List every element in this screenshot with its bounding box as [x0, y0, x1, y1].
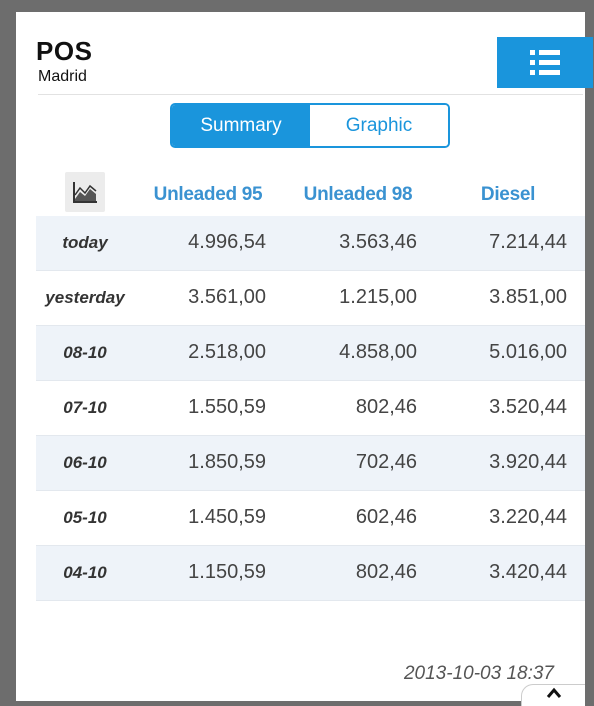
cell-diesel: 3.520,44	[489, 396, 567, 418]
area-chart-icon[interactable]	[65, 172, 105, 212]
cell-unleaded-95: 1.450,59	[188, 506, 266, 528]
tab-summary[interactable]: Summary	[172, 105, 310, 146]
cell-unleaded-95: 4.996,54	[188, 231, 266, 253]
tab-graphic[interactable]: Graphic	[310, 105, 448, 146]
header-divider	[38, 94, 583, 95]
page-title: POS	[36, 36, 93, 66]
device-frame-left	[0, 0, 16, 706]
cell-diesel: 3.920,44	[489, 451, 567, 473]
device-frame-bottom	[0, 701, 594, 706]
table-row[interactable]: today 4.996,54 3.563,46 7.214,44	[36, 216, 585, 271]
cell-diesel: 7.214,44	[489, 231, 567, 253]
cell-diesel: 3.220,44	[489, 506, 567, 528]
table-row[interactable]: 04-10 1.150,59 802,46 3.420,44	[36, 546, 585, 601]
table-row[interactable]: 05-10 1.450,59 602,46 3.220,44	[36, 491, 585, 546]
cell-unleaded-98: 802,46	[355, 396, 417, 418]
cell-unleaded-95: 1.850,59	[188, 451, 266, 473]
table-row[interactable]: yesterday 3.561,00 1.215,00 3.851,00	[36, 271, 585, 326]
cell-unleaded-95: 1.550,59	[188, 396, 266, 418]
cell-unleaded-98: 602,46	[355, 506, 417, 528]
cell-unleaded-98: 3.563,46	[339, 231, 417, 253]
table-row[interactable]: 07-10 1.550,59 802,46 3.520,44	[36, 381, 585, 436]
view-tabs: Summary Graphic	[170, 103, 450, 148]
chevron-up-icon	[546, 687, 561, 698]
column-header-unleaded-98[interactable]: Unleaded 98	[283, 184, 433, 206]
cell-diesel: 5.016,00	[489, 341, 567, 363]
device-frame-top	[0, 0, 594, 12]
sales-table: today 4.996,54 3.563,46 7.214,44 yesterd…	[36, 216, 585, 601]
cell-diesel: 3.851,00	[489, 286, 567, 308]
cell-unleaded-95: 1.150,59	[188, 561, 266, 583]
list-icon	[530, 49, 560, 77]
column-header-unleaded-95[interactable]: Unleaded 95	[133, 184, 283, 206]
last-updated-timestamp: 2013-10-03 18:37	[403, 663, 554, 684]
cell-unleaded-98: 4.858,00	[339, 341, 417, 363]
cell-unleaded-95: 3.561,00	[188, 286, 266, 308]
cell-unleaded-95: 2.518,00	[188, 341, 266, 363]
collapse-tab[interactable]	[521, 684, 585, 706]
cell-unleaded-98: 702,46	[355, 451, 417, 473]
pos-panel: POS Madrid Summary Graphic Unleaded 95 U…	[16, 12, 593, 701]
table-row[interactable]: 08-10 2.518,00 4.858,00 5.016,00	[36, 326, 585, 381]
cell-diesel: 3.420,44	[489, 561, 567, 583]
menu-button[interactable]	[497, 37, 593, 88]
cell-unleaded-98: 1.215,00	[339, 286, 417, 308]
page-subtitle: Madrid	[38, 68, 87, 85]
table-row[interactable]: 06-10 1.850,59 702,46 3.920,44	[36, 436, 585, 491]
column-header-diesel[interactable]: Diesel	[433, 184, 583, 206]
cell-unleaded-98: 802,46	[355, 561, 417, 583]
device-frame-right	[585, 0, 594, 706]
